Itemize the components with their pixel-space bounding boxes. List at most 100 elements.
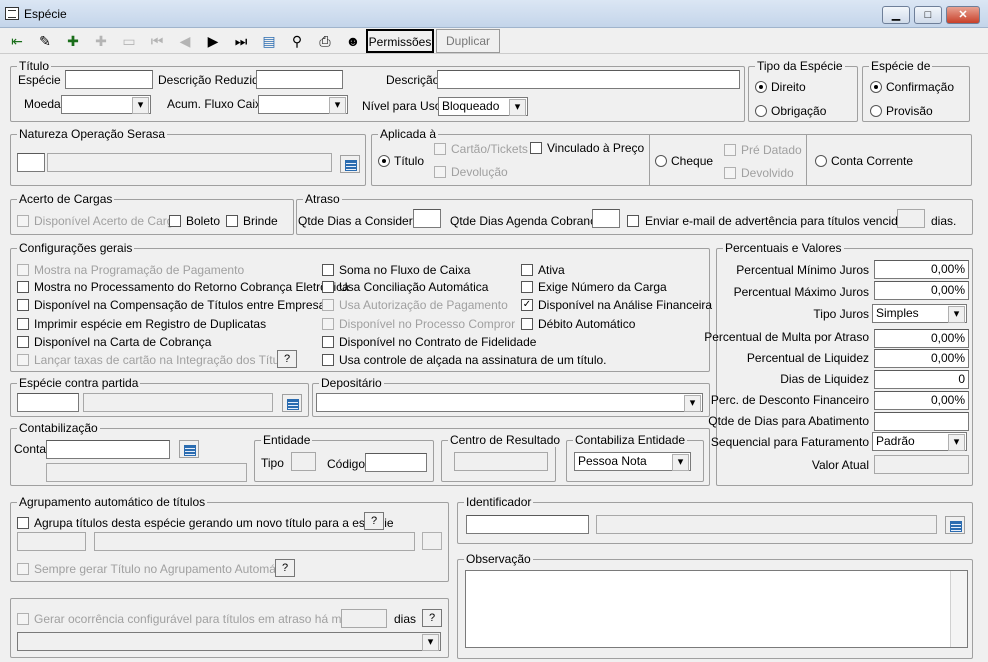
descricao-reduzida-label: Descrição Reduzida bbox=[158, 73, 266, 87]
qtde-dias-label: Qtde Dias a Considerar bbox=[298, 214, 424, 228]
percentual-row-label: Sequencial para Faturamento bbox=[710, 435, 869, 449]
natureza-lookup-icon[interactable] bbox=[340, 155, 360, 173]
binoculars-icon[interactable]: ⚲ bbox=[286, 30, 308, 52]
analise-financeira-checkbox[interactable]: ✓ bbox=[521, 299, 533, 311]
brinde-checkbox[interactable] bbox=[226, 215, 238, 227]
depositario-legend: Depositário bbox=[319, 376, 384, 390]
liquidez-input[interactable]: 0,00% bbox=[874, 349, 969, 368]
percentual-row-label: Valor Atual bbox=[811, 458, 869, 472]
last-record-icon[interactable]: ⏭ bbox=[230, 30, 252, 52]
natureza-code-input[interactable] bbox=[17, 153, 45, 172]
qtde-agenda-input[interactable] bbox=[592, 209, 620, 228]
minimize-button[interactable]: ▁ bbox=[882, 6, 910, 24]
list-icon[interactable]: ▤ bbox=[258, 30, 280, 52]
config-col2-checkbox[interactable] bbox=[322, 281, 334, 293]
window-title: Espécie bbox=[24, 7, 67, 21]
sequencial-faturamento-select[interactable]: Padrão bbox=[872, 432, 967, 451]
acum-fluxo-select[interactable] bbox=[258, 95, 348, 114]
next-record-icon[interactable]: ▶ bbox=[202, 30, 224, 52]
sempre-gerar-help-button[interactable]: ? bbox=[275, 559, 295, 577]
config-col1-checkbox[interactable] bbox=[17, 318, 29, 330]
descricao-reduzida-input[interactable] bbox=[256, 70, 343, 89]
multa-atraso-input[interactable]: 0,00% bbox=[874, 329, 969, 348]
observacao-scrollbar[interactable] bbox=[950, 571, 967, 647]
qtde-dias-input[interactable] bbox=[413, 209, 441, 228]
ocorrencia-help-button[interactable]: ? bbox=[422, 609, 442, 627]
devolucao-label: Devolução bbox=[451, 165, 508, 179]
duplicar-button[interactable]: Duplicar bbox=[436, 29, 500, 53]
config-col2-item: Usa Autorização de Pagamento bbox=[339, 298, 508, 312]
dias-liquidez-input[interactable]: 0 bbox=[874, 370, 969, 389]
enviar-dias-input bbox=[897, 209, 925, 228]
provisao-radio[interactable] bbox=[870, 105, 882, 117]
dias-abatimento-input[interactable] bbox=[874, 412, 969, 431]
config-col1-checkbox[interactable] bbox=[17, 336, 29, 348]
permissoes-button[interactable]: Permissões bbox=[366, 29, 434, 53]
obrigacao-radio[interactable] bbox=[755, 105, 767, 117]
nivel-uso-select[interactable]: Bloqueado bbox=[438, 97, 528, 116]
descricao-input[interactable] bbox=[437, 70, 740, 89]
identificador-lookup-icon[interactable] bbox=[945, 516, 965, 534]
user-icon[interactable]: ☻ bbox=[342, 30, 364, 52]
conta-corrente-radio[interactable] bbox=[815, 155, 827, 167]
conta-input[interactable] bbox=[46, 440, 170, 459]
entidade-codigo-input[interactable] bbox=[365, 453, 427, 472]
previous-record-icon: ◀ bbox=[179, 33, 191, 49]
cheque-radio[interactable] bbox=[655, 155, 667, 167]
maximize-button[interactable]: □ bbox=[914, 6, 942, 24]
especie-de-legend: Espécie de bbox=[869, 59, 933, 73]
tipo-juros-select[interactable]: Simples bbox=[872, 304, 967, 323]
config-col2-checkbox[interactable] bbox=[322, 354, 334, 366]
agrupa-checkbox[interactable] bbox=[17, 517, 29, 529]
identificador-code-input[interactable] bbox=[466, 515, 589, 534]
edit-icon[interactable]: ✎ bbox=[34, 30, 56, 52]
acum-fluxo-label: Acum. Fluxo Caixa bbox=[167, 97, 268, 111]
boleto-checkbox[interactable] bbox=[169, 215, 181, 227]
observacao-textarea[interactable] bbox=[465, 570, 968, 648]
contra-partida-code-input[interactable] bbox=[17, 393, 79, 412]
especie-input[interactable] bbox=[65, 70, 153, 89]
lancar-taxas-help-button[interactable]: ? bbox=[277, 350, 297, 368]
pre-datado-label: Pré Datado bbox=[741, 143, 802, 157]
new-record-icon[interactable]: ✚ bbox=[62, 30, 84, 52]
close-button[interactable]: ✕ bbox=[946, 6, 980, 24]
exit-icon[interactable]: ⇤ bbox=[6, 30, 28, 52]
config-col1-item: Mostra no Processamento do Retorno Cobra… bbox=[34, 280, 349, 294]
devolvido-label: Devolvido bbox=[741, 166, 794, 180]
config-col3-checkbox[interactable] bbox=[521, 318, 533, 330]
ocorrencia-select bbox=[17, 632, 441, 651]
enviar-email-checkbox[interactable] bbox=[627, 215, 639, 227]
aplicada-titulo-radio[interactable] bbox=[378, 155, 390, 167]
boleto-label: Boleto bbox=[186, 214, 221, 228]
config-col2-checkbox[interactable] bbox=[322, 264, 334, 276]
confirmacao-radio[interactable] bbox=[870, 81, 882, 93]
vinculado-checkbox[interactable] bbox=[530, 142, 542, 154]
config-col3-checkbox[interactable] bbox=[521, 281, 533, 293]
remove-disabled-icon: ▭ bbox=[122, 33, 136, 49]
percentual-minimo-input[interactable]: 0,00% bbox=[874, 260, 969, 279]
conta-desc-field bbox=[46, 463, 247, 482]
first-record-icon: ⏮ bbox=[150, 33, 164, 49]
moeda-select[interactable] bbox=[61, 95, 151, 114]
cheque-label: Cheque bbox=[671, 154, 714, 168]
app-icon bbox=[5, 7, 19, 20]
cartao-checkbox bbox=[434, 143, 446, 155]
agrupa-help-button[interactable]: ? bbox=[364, 512, 384, 530]
ocorrencia-dias-field bbox=[341, 609, 387, 628]
direito-radio[interactable] bbox=[755, 81, 767, 93]
config-col2-checkbox[interactable] bbox=[322, 336, 334, 348]
config-col2-checkbox bbox=[322, 318, 334, 330]
provisao-label: Provisão bbox=[886, 104, 933, 118]
conta-lookup-icon[interactable] bbox=[179, 440, 199, 458]
contra-partida-lookup-icon[interactable] bbox=[282, 394, 302, 412]
desconto-financeiro-input[interactable]: 0,00% bbox=[874, 391, 969, 410]
print-icon[interactable]: ⎙ bbox=[314, 30, 336, 52]
depositario-select[interactable] bbox=[316, 393, 703, 412]
percentual-maximo-input[interactable]: 0,00% bbox=[874, 281, 969, 300]
acerto-legend: Acerto de Cargas bbox=[17, 192, 115, 206]
config-col3-checkbox[interactable] bbox=[521, 264, 533, 276]
config-col1-checkbox[interactable] bbox=[17, 299, 29, 311]
config-col1-checkbox[interactable] bbox=[17, 281, 29, 293]
contabiliza-entidade-select[interactable]: Pessoa Nota bbox=[574, 452, 691, 471]
config-col1-item: Disponível na Compensação de Títulos ent… bbox=[34, 298, 332, 312]
